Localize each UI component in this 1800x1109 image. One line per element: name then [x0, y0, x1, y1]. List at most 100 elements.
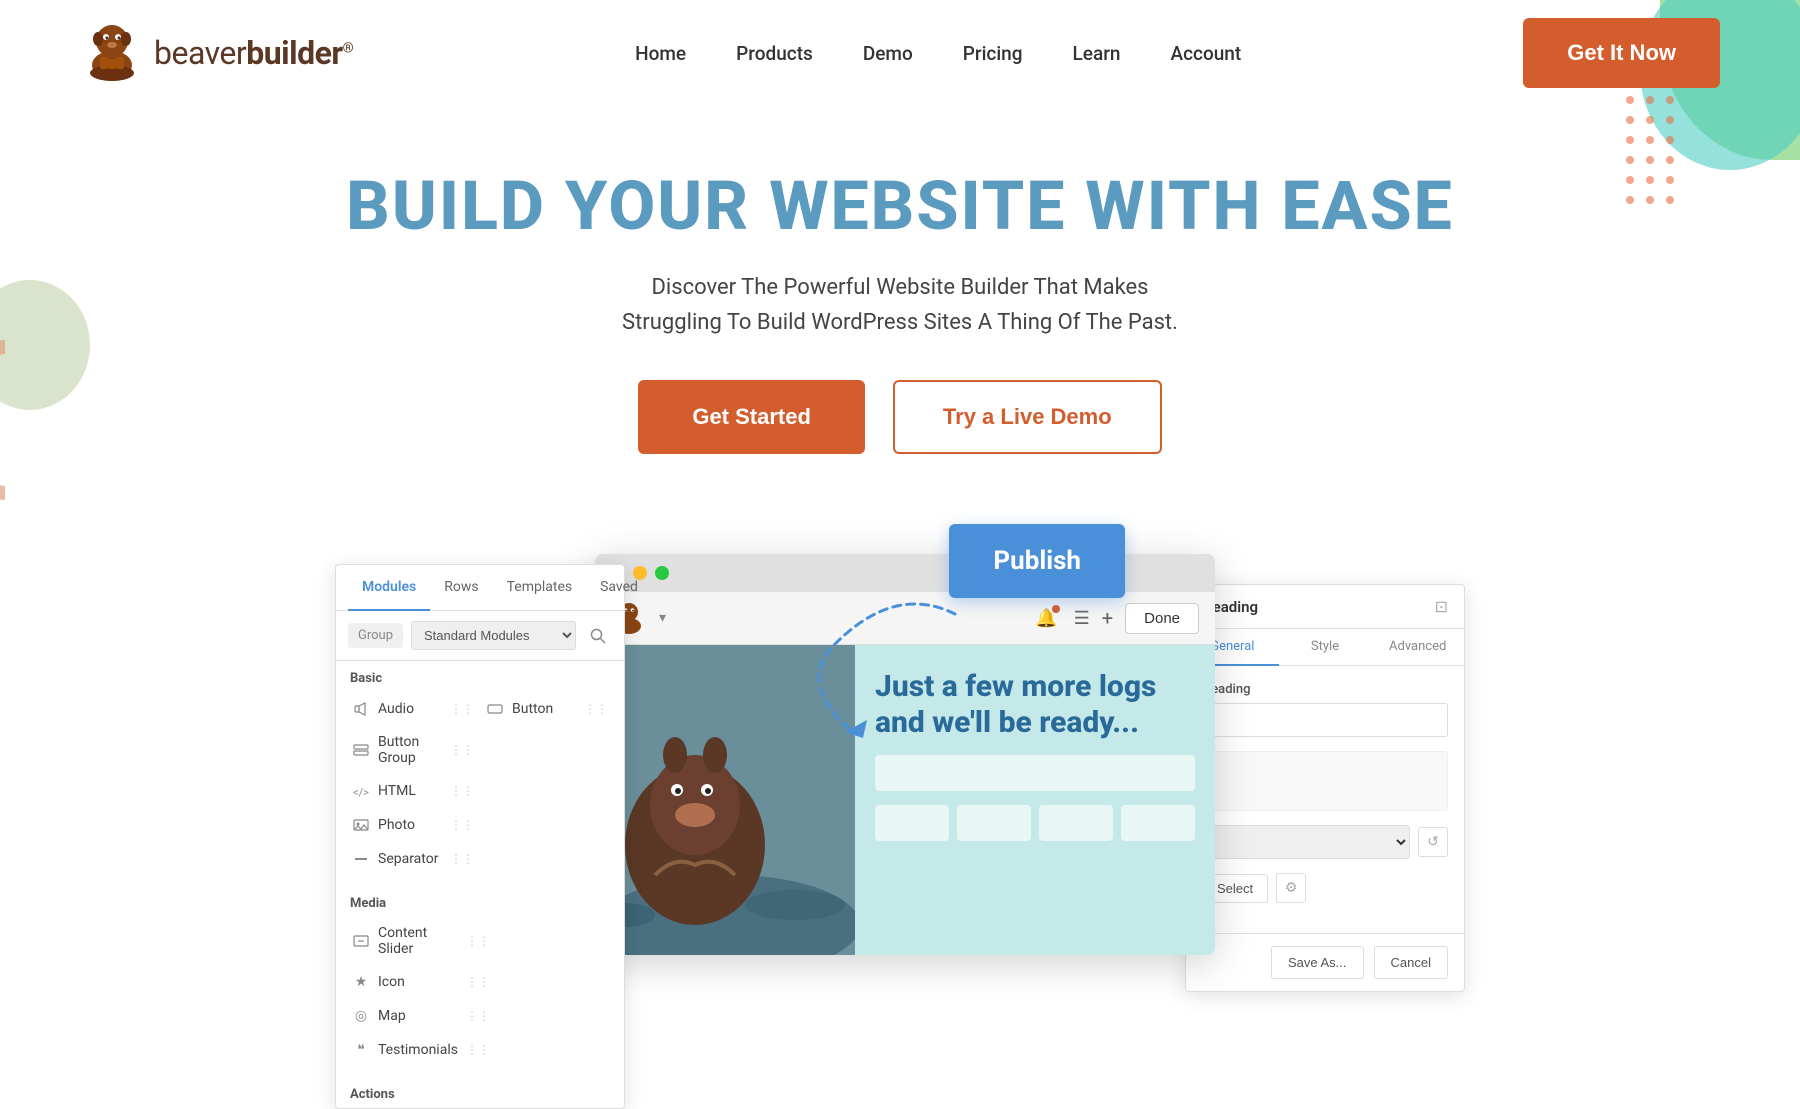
- module-empty-8: [496, 1033, 614, 1067]
- get-started-button[interactable]: Get Started: [638, 380, 865, 454]
- modules-tabs: Modules Rows Templates Saved: [336, 565, 624, 611]
- section-basic-label: Basic: [336, 661, 624, 692]
- get-it-now-button[interactable]: Get It Now: [1523, 18, 1720, 88]
- app-form-field-2[interactable]: [875, 805, 949, 841]
- hero-buttons: Get Started Try a Live Demo: [200, 380, 1600, 454]
- modules-filter: Group Standard Modules: [336, 611, 624, 661]
- beaver-scene: [595, 645, 865, 955]
- tab-rows[interactable]: Rows: [430, 565, 492, 611]
- beaver-placeholder: [595, 645, 865, 955]
- heading-panel-header: Heading ⊡: [1186, 585, 1464, 629]
- toolbar-add-icon[interactable]: +: [1102, 606, 1113, 630]
- app-form-field-3[interactable]: [957, 805, 1031, 841]
- testimonials-icon: ❝: [352, 1041, 370, 1059]
- content-slider-label: Content Slider: [378, 925, 458, 957]
- app-toolbar: ▾ 🔔 ☰ + Done: [595, 592, 1215, 645]
- svg-text:</>: </>: [353, 786, 369, 799]
- content-slider-icon: [352, 932, 370, 950]
- media-modules-list: Content Slider ⋮⋮ ★ Icon ⋮⋮ ◎ Map ⋮⋮: [336, 917, 624, 1077]
- demo-area: Modules Rows Templates Saved Group Stand…: [0, 554, 1800, 1109]
- module-audio[interactable]: Audio ⋮⋮: [346, 692, 480, 726]
- heading-panel-close-icon[interactable]: ⊡: [1435, 597, 1448, 616]
- module-empty-2: [480, 774, 614, 808]
- hero-headline: BUILD YOUR WEBSITE WITH EASE: [200, 166, 1600, 246]
- app-form-small-fields: [875, 805, 1195, 841]
- html-label: HTML: [378, 783, 416, 799]
- heading-tag-select[interactable]: [1202, 825, 1410, 859]
- notification-dot: [1052, 605, 1060, 613]
- button-group-label: Button Group: [378, 734, 442, 766]
- button-group-drag-icon: ⋮⋮: [450, 743, 474, 757]
- photo-label: Photo: [378, 817, 415, 833]
- nav-demo[interactable]: Demo: [863, 42, 913, 65]
- app-form-field-1[interactable]: [875, 755, 1195, 791]
- icon-drag: ⋮⋮: [466, 975, 490, 989]
- tab-saved[interactable]: Saved: [586, 565, 652, 611]
- module-empty-6: [496, 965, 614, 999]
- heading-cancel-button[interactable]: Cancel: [1374, 946, 1448, 979]
- section-media-label: Media: [336, 886, 624, 917]
- toolbar-notification-icon[interactable]: 🔔: [1032, 603, 1062, 633]
- module-photo[interactable]: Photo ⋮⋮: [346, 808, 480, 842]
- tab-templates[interactable]: Templates: [493, 565, 587, 611]
- separator-drag-icon: ⋮⋮: [450, 852, 474, 866]
- audio-drag-icon: ⋮⋮: [450, 702, 474, 716]
- window-maximize-button[interactable]: [655, 566, 669, 580]
- separator-icon: [352, 850, 370, 868]
- try-live-demo-button[interactable]: Try a Live Demo: [893, 380, 1162, 454]
- toolbar-done-button[interactable]: Done: [1125, 603, 1199, 634]
- app-form-field-5[interactable]: [1121, 805, 1195, 841]
- heading-tab-advanced[interactable]: Advanced: [1371, 629, 1464, 666]
- module-testimonials[interactable]: ❝ Testimonials ⋮⋮: [346, 1033, 496, 1067]
- html-drag-icon: ⋮⋮: [450, 784, 474, 798]
- nav-account[interactable]: Account: [1171, 42, 1242, 65]
- search-icon[interactable]: [584, 622, 612, 650]
- basic-modules-grid: Audio ⋮⋮ Button ⋮⋮: [346, 692, 614, 876]
- nav-learn[interactable]: Learn: [1073, 42, 1121, 65]
- app-text-overlay: Just a few more logs and we'll be ready.…: [855, 645, 1215, 955]
- basic-modules-list: Audio ⋮⋮ Button ⋮⋮: [336, 692, 624, 886]
- map-icon: ◎: [352, 1007, 370, 1025]
- heading-panel: Heading ⊡ General Style Advanced Heading…: [1185, 584, 1465, 992]
- module-content-slider[interactable]: Content Slider ⋮⋮: [346, 917, 496, 965]
- photo-drag-icon: ⋮⋮: [450, 818, 474, 832]
- heading-save-as-button[interactable]: Save As...: [1271, 946, 1364, 979]
- module-html[interactable]: </> HTML ⋮⋮: [346, 774, 480, 808]
- publish-button-overlay[interactable]: Publish: [949, 524, 1125, 598]
- heading-field-label: Heading: [1202, 682, 1448, 697]
- module-icon[interactable]: ★ Icon ⋮⋮: [346, 965, 496, 999]
- module-separator[interactable]: Separator ⋮⋮: [346, 842, 480, 876]
- button-label: Button: [512, 701, 553, 717]
- heading-tab-style[interactable]: Style: [1279, 629, 1372, 666]
- button-icon: [486, 700, 504, 718]
- filter-select[interactable]: Standard Modules: [411, 621, 576, 650]
- app-form-field-4[interactable]: [1039, 805, 1113, 841]
- module-button-group[interactable]: Button Group ⋮⋮: [346, 726, 480, 774]
- app-window: ▾ 🔔 ☰ + Done: [595, 554, 1215, 955]
- button-drag-icon: ⋮⋮: [584, 702, 608, 716]
- heading-panel-footer: Save As... Cancel: [1186, 933, 1464, 991]
- heading-select-btn-row: Select ⚙: [1202, 873, 1448, 903]
- audio-label: Audio: [378, 701, 414, 717]
- audio-icon: [352, 700, 370, 718]
- heading-field-input[interactable]: [1202, 703, 1448, 737]
- toolbar-menu-icon[interactable]: ☰: [1074, 608, 1090, 629]
- heading-panel-tabs: General Style Advanced: [1186, 629, 1464, 666]
- modules-panel: Modules Rows Templates Saved Group Stand…: [335, 564, 625, 1109]
- nav-products[interactable]: Products: [736, 42, 813, 65]
- heading-reset-icon[interactable]: ↺: [1418, 827, 1448, 857]
- hero-section: BUILD YOUR WEBSITE WITH EASE Discover Th…: [0, 106, 1800, 554]
- tab-modules[interactable]: Modules: [348, 565, 430, 611]
- testimonials-drag: ⋮⋮: [466, 1043, 490, 1057]
- photo-icon: [352, 816, 370, 834]
- logo[interactable]: beaverbuilder®: [80, 21, 353, 85]
- module-empty-3: [480, 808, 614, 842]
- module-button[interactable]: Button ⋮⋮: [480, 692, 614, 726]
- toolbar-chevron-icon[interactable]: ▾: [659, 610, 666, 626]
- beaver-image: [595, 645, 865, 955]
- heading-settings-icon[interactable]: ⚙: [1276, 873, 1306, 903]
- module-map[interactable]: ◎ Map ⋮⋮: [346, 999, 496, 1033]
- nav-pricing[interactable]: Pricing: [963, 42, 1023, 65]
- map-drag: ⋮⋮: [466, 1009, 490, 1023]
- nav-home[interactable]: Home: [635, 42, 686, 65]
